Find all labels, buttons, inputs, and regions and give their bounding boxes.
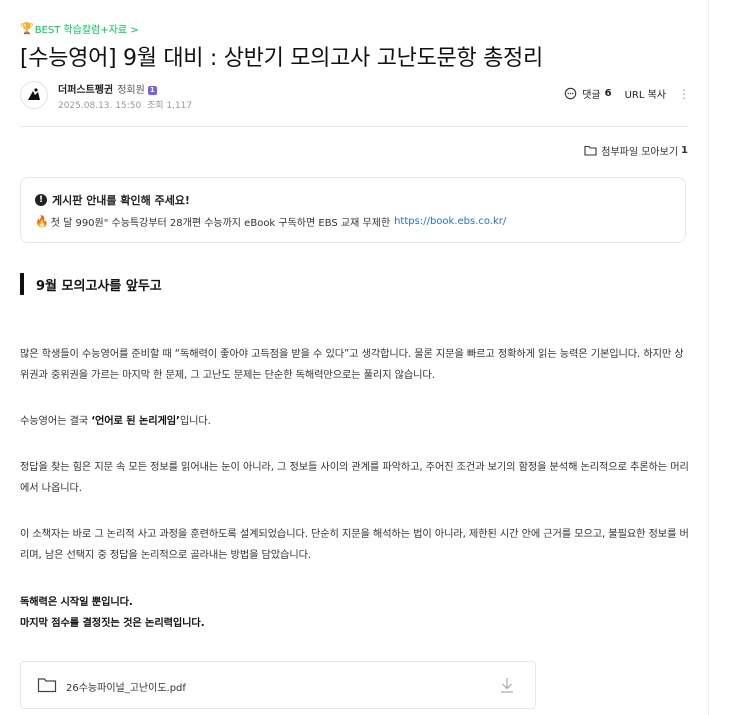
grade-badge: 1 xyxy=(147,86,157,95)
paragraph-4: 이 소책자는 바로 그 논리적 사고 과정을 훈련하도록 설계되었습니다. 단순… xyxy=(20,529,689,561)
section-heading-text: 9월 모의고사를 앞두고 xyxy=(36,278,162,294)
comment-count: 6 xyxy=(604,88,612,99)
board-notice: ! 게시판 안내를 확인해 주세요! 🔥 첫 달 990원" 수능특강부터 28… xyxy=(20,177,686,243)
comment-label: 댓글 xyxy=(582,90,601,101)
comment-bubble-icon xyxy=(564,87,577,100)
notice-body: 첫 달 990원" 수능특강부터 28개편 수능까지 eBook 구독하면 EB… xyxy=(50,218,391,229)
header-divider xyxy=(20,126,688,127)
post-date: 2025.08.13. 15:50 xyxy=(58,101,142,111)
author-nickname[interactable]: 더퍼스트펭귄 xyxy=(58,85,113,96)
info-circle-icon: ! xyxy=(35,194,47,206)
attachments-label: 첨부파일 모아보기 xyxy=(601,147,679,158)
section-bar xyxy=(20,273,24,295)
folder-icon xyxy=(584,145,597,156)
notice-body-row: 🔥 첫 달 990원" 수능특강부터 28개편 수능까지 eBook 구독하면 … xyxy=(35,214,506,229)
file-name: 26수능파이널_고난이도.pdf xyxy=(66,683,186,694)
paragraph-2-post: 입니다. xyxy=(179,416,211,427)
avatar[interactable] xyxy=(20,81,48,109)
post-actions: 댓글 6 URL 복사 ⋮ xyxy=(564,86,690,101)
url-copy-button[interactable]: URL 복사 xyxy=(625,86,666,101)
post-meta: 2025.08.13. 15:50 조회 1,117 xyxy=(58,98,192,111)
category-label: BEST 학습칼럼+자료 > xyxy=(34,25,139,36)
attachment-file[interactable]: 26수능파이널_고난이도.pdf xyxy=(20,661,536,709)
download-icon[interactable] xyxy=(499,676,515,694)
section-heading: 9월 모의고사를 앞두고 xyxy=(20,273,162,295)
fire-icon: 🔥 xyxy=(35,215,49,228)
paragraph-5: 독해력은 시작일 뿐입니다. 마지막 점수를 결정짓는 것은 논리력입니다. xyxy=(20,592,690,634)
comment-button[interactable]: 댓글 6 xyxy=(564,86,612,101)
paragraph-2-pre: 수능영어는 결국 xyxy=(20,416,92,427)
paragraph-1: 많은 학생들이 수능영어를 준비할 때 “독해력이 좋아야 고득점을 받을 수 … xyxy=(20,349,684,381)
notice-title: 게시판 안내를 확인해 주세요! xyxy=(52,194,190,207)
author-info: 더퍼스트펭귄 정회원 1 xyxy=(58,81,157,96)
paragraph-2: 수능영어는 결국 ‘언어로 된 논리게임’입니다. xyxy=(20,411,690,432)
folder-icon xyxy=(37,678,57,693)
attachments-link[interactable]: 첨부파일 모아보기 1 xyxy=(584,143,688,158)
category-link[interactable]: 🏆 BEST 학습칼럼+자료 > xyxy=(20,21,139,36)
author-row: 더퍼스트펭귄 정회원 1 2025.08.13. 15:50 조회 1,117 댓글… xyxy=(20,81,690,111)
vertical-more-icon[interactable]: ⋮ xyxy=(678,87,690,101)
member-grade: 정회원 xyxy=(117,85,145,96)
paragraph-2-bold: ‘언어로 된 논리게임’ xyxy=(91,416,180,427)
closing-line-2: 마지막 점수를 결정짓는 것은 논리력입니다. xyxy=(20,618,205,629)
closing-line-1: 독해력은 시작일 뿐입니다. xyxy=(20,597,133,608)
notice-title-row: ! 게시판 안내를 확인해 주세요! xyxy=(35,192,190,208)
right-sidebar-divider xyxy=(708,0,709,715)
view-count: 조회 1,117 xyxy=(146,101,193,111)
notice-link[interactable]: https://book.ebs.co.kr/ xyxy=(394,216,506,227)
post-title: [수능영어] 9월 대비 : 상반기 모의고사 고난도문항 총정리 xyxy=(20,46,543,71)
trophy-icon: 🏆 xyxy=(20,22,34,35)
attachments-count: 1 xyxy=(681,145,688,156)
paragraph-3: 정답을 찾는 힘은 지문 속 모든 정보를 읽어내는 눈이 아니라, 그 정보들… xyxy=(20,462,689,494)
